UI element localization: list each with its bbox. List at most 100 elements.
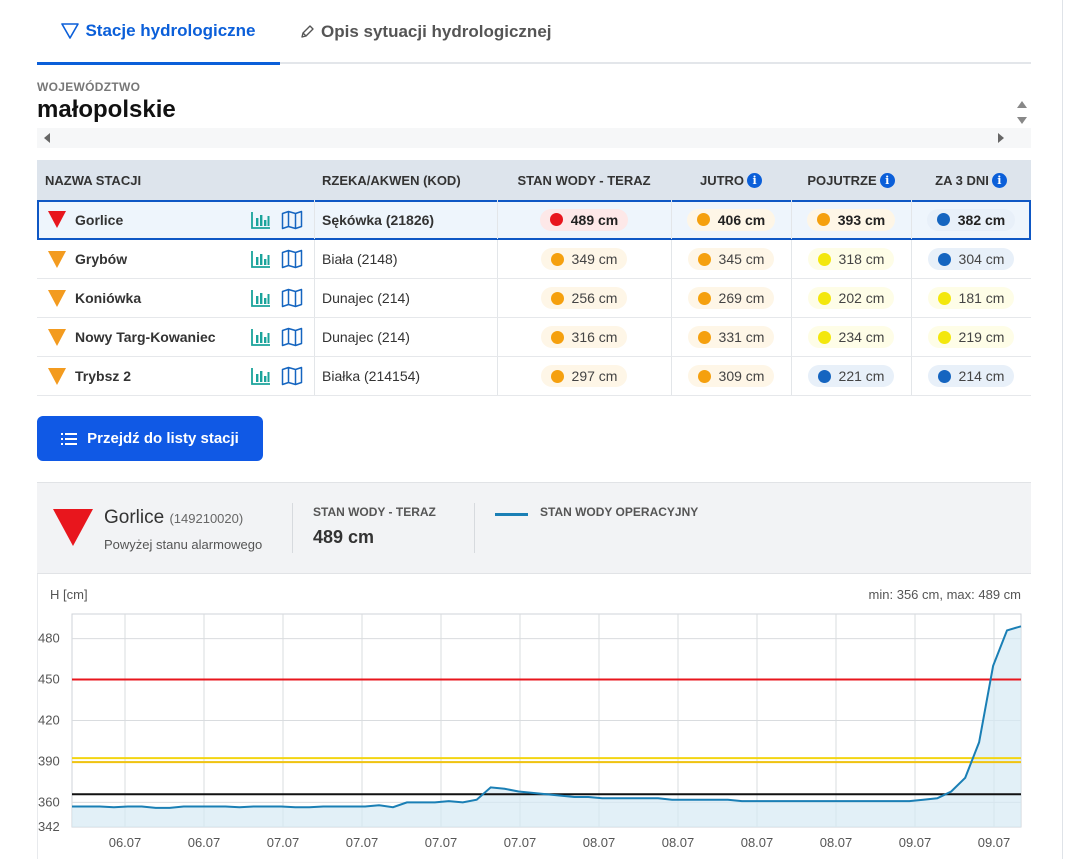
level-dot — [696, 213, 710, 226]
y-axis-label: H [cm] — [50, 587, 88, 602]
legend-line-swatch — [495, 513, 528, 516]
header-in-3-days[interactable]: ZA 3 DNI i — [911, 160, 1031, 200]
level-dot — [936, 213, 950, 226]
chart-canvas[interactable]: 342 360 390 420 450 480 06.07 06.07 07.07 07.07 07… — [38, 574, 1032, 859]
level-dot — [549, 213, 563, 226]
level-dot — [937, 252, 951, 266]
y-tick-label: 450 — [38, 672, 60, 687]
button-label: Przejdź do listy stacji — [87, 430, 239, 447]
station-name-cell[interactable]: Grybów — [48, 240, 127, 278]
header-in-3-days-label: ZA 3 DNI — [935, 172, 989, 188]
level-value: 349 cm — [571, 251, 618, 267]
current-level-label: STAN WODY - TERAZ — [313, 505, 436, 519]
voivodeship-select[interactable]: małopolskie — [37, 96, 176, 124]
table-row[interactable]: Grybów Biała (2148) 349 cm 345 cm 318 cm 304 … — [37, 240, 1031, 279]
level-value: 331 cm — [718, 329, 765, 345]
level-badge: 318 cm — [807, 248, 895, 270]
level-value: 406 cm — [717, 211, 766, 228]
station-name-cell[interactable]: Trybsz 2 — [48, 357, 131, 395]
chart-icon[interactable] — [251, 367, 271, 385]
x-tick-label: 07.07 — [267, 835, 300, 850]
station-name-cell[interactable]: Koniówka — [48, 279, 141, 317]
y-tick-label: 420 — [38, 713, 60, 728]
scroll-left-icon[interactable] — [43, 132, 51, 144]
level-value: 318 cm — [838, 251, 885, 267]
warning-triangle-icon — [48, 250, 66, 268]
level-cell-tomorrow: 406 cm — [671, 200, 791, 239]
level-cell-in3days: 181 cm — [911, 279, 1031, 317]
header-tomorrow[interactable]: JUTRO i — [671, 160, 791, 200]
level-dot — [817, 369, 831, 383]
list-icon — [61, 432, 78, 445]
x-tick-label: 08.07 — [662, 835, 695, 850]
river-cell: Dunajec (214) — [322, 329, 410, 345]
spinner-arrows-icon[interactable] — [1014, 98, 1030, 128]
header-station-name[interactable]: NAZWA STACJI — [45, 160, 141, 200]
level-cell-dayafter: 318 cm — [791, 240, 911, 278]
chart-icon[interactable] — [251, 250, 271, 268]
map-icon[interactable] — [281, 327, 303, 347]
x-tick-label: 07.07 — [346, 835, 379, 850]
y-tick-label: 342 — [38, 819, 60, 834]
info-icon[interactable]: i — [747, 172, 763, 188]
level-value: 309 cm — [718, 368, 765, 384]
info-icon[interactable]: i — [879, 172, 895, 188]
level-badge: 256 cm — [540, 287, 628, 309]
station-name: Trybsz 2 — [75, 368, 132, 384]
horizontal-scrollbar[interactable] — [37, 128, 1031, 148]
map-icon[interactable] — [281, 288, 303, 308]
table-row[interactable]: Nowy Targ-Kowaniec Dunajec (214) 316 cm 331… — [37, 318, 1031, 357]
warning-triangle-icon — [48, 328, 66, 346]
station-name-cell[interactable]: Gorlice — [48, 200, 123, 239]
level-value: 316 cm — [571, 329, 618, 345]
level-value: 269 cm — [718, 290, 765, 306]
scroll-right-icon[interactable] — [997, 132, 1005, 144]
table-row[interactable]: Trybsz 2 Białka (214154) 297 cm 309 cm 221 c… — [37, 357, 1031, 396]
river-cell: Biała (2148) — [322, 251, 398, 267]
row-actions — [251, 318, 303, 356]
level-badge: 345 cm — [687, 248, 775, 270]
row-actions — [251, 240, 303, 278]
chart-icon[interactable] — [251, 328, 271, 346]
map-icon[interactable] — [281, 249, 303, 269]
filter-icon — [61, 23, 80, 39]
station-name: Gorlice — [75, 211, 124, 228]
legend-label[interactable]: STAN WODY OPERACYJNY — [540, 505, 698, 519]
tab-label: Opis sytuacji hydrologicznej — [321, 22, 552, 41]
x-tick-label: 08.07 — [741, 835, 774, 850]
level-cell-now: 297 cm — [497, 357, 671, 395]
header-river[interactable]: RZEKA/AKWEN (KOD) — [322, 160, 461, 200]
header-day-after[interactable]: POJUTRZE i — [791, 160, 911, 200]
map-icon[interactable] — [281, 366, 303, 386]
x-tick-label: 09.07 — [978, 835, 1011, 850]
go-to-station-list-button[interactable]: Przejdź do listy stacji — [37, 416, 263, 461]
chart-icon[interactable] — [251, 211, 271, 229]
level-badge: 309 cm — [687, 365, 775, 387]
level-badge: 214 cm — [927, 365, 1015, 387]
map-icon[interactable] — [281, 210, 303, 230]
x-tick-label: 08.07 — [820, 835, 853, 850]
tab-hydrological-stations[interactable]: Stacje hydrologiczne — [37, 0, 280, 65]
chart-icon[interactable] — [251, 289, 271, 307]
level-cell-tomorrow: 269 cm — [671, 279, 791, 317]
info-icon[interactable]: i — [991, 172, 1007, 188]
station-name-cell[interactable]: Nowy Targ-Kowaniec — [48, 318, 216, 356]
voivodeship-label: WOJEWÓDZTWO — [37, 80, 141, 94]
level-value: 382 cm — [957, 211, 1006, 228]
tab-hydrological-description[interactable]: Opis sytuacji hydrologicznej — [299, 0, 552, 64]
river-cell: Sękówka (21826) — [322, 211, 435, 228]
level-value: 489 cm — [570, 211, 619, 228]
level-dot — [697, 291, 711, 305]
station-code: (149210020) — [169, 511, 244, 526]
level-value: 297 cm — [571, 368, 618, 384]
level-dot — [550, 252, 564, 266]
level-dot — [937, 291, 951, 305]
level-cell-tomorrow: 331 cm — [671, 318, 791, 356]
table-row[interactable]: Gorlice Sękówka (21826) 489 cm 406 cm 393 cm… — [37, 200, 1031, 240]
min-max-label: min: 356 cm, max: 489 cm — [869, 587, 1021, 602]
table-row[interactable]: Koniówka Dunajec (214) 256 cm 269 cm 202 cm 1… — [37, 279, 1031, 318]
header-now[interactable]: STAN WODY - TERAZ — [497, 160, 671, 200]
divider — [292, 503, 293, 553]
level-cell-in3days: 214 cm — [911, 357, 1031, 395]
station-status: Powyżej stanu alarmowego — [104, 537, 263, 552]
